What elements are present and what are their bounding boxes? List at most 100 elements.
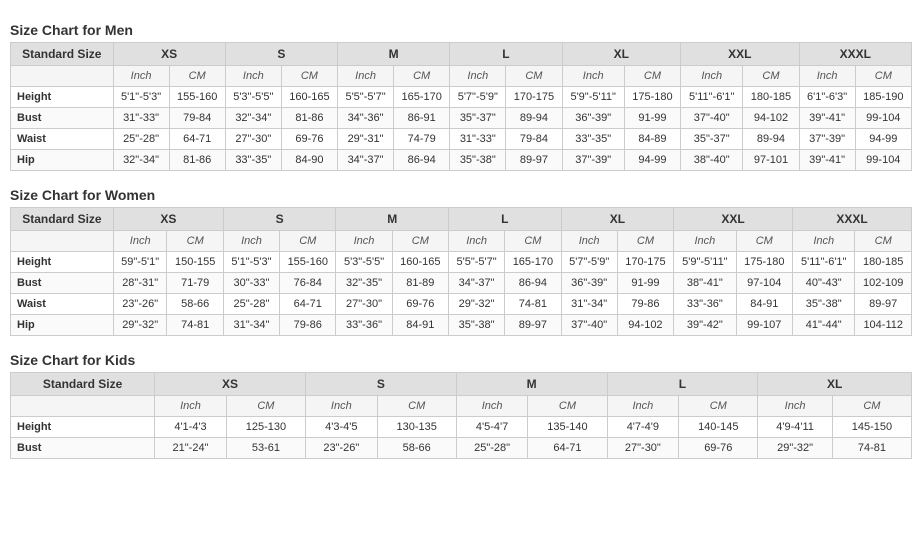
table-row: Waist23"-26"58-6625"-28"64-7127"-30"69-7… <box>11 294 912 315</box>
kids-xl-inch: Inch <box>758 396 833 417</box>
table-cell: 37"-40" <box>681 108 743 129</box>
table-cell: 102-109 <box>855 273 912 294</box>
men-xxl-inch: Inch <box>681 66 743 87</box>
table-cell: 76-84 <box>280 273 336 294</box>
table-cell: 86-91 <box>394 108 450 129</box>
kids-subheader-empty <box>11 396 155 417</box>
table-cell: 84-91 <box>392 315 448 336</box>
table-row: Hip29"-32"74-8131"-34"79-8633"-36"84-913… <box>11 315 912 336</box>
table-cell: 160-165 <box>392 252 448 273</box>
kids-l-cm: CM <box>679 396 758 417</box>
men-xs-header: XS <box>113 43 225 66</box>
kids-xs-cm: CM <box>226 396 305 417</box>
women-xxxl-cm: CM <box>855 231 912 252</box>
kids-s-cm: CM <box>377 396 456 417</box>
table-cell: 27"-30" <box>336 294 392 315</box>
table-cell: 99-107 <box>736 315 792 336</box>
table-cell: 39"-41" <box>799 150 855 171</box>
table-cell: 69-76 <box>679 438 758 459</box>
table-cell: 99-104 <box>855 108 911 129</box>
table-cell: 31"-33" <box>450 129 506 150</box>
kids-xl-header: XL <box>758 373 912 396</box>
men-label-header: Standard Size <box>11 43 114 66</box>
women-xs-header: XS <box>113 208 223 231</box>
table-cell: 175-180 <box>736 252 792 273</box>
table-cell: 39"-42" <box>674 315 736 336</box>
table-cell: 23"-26" <box>305 438 377 459</box>
men-m-inch: Inch <box>338 66 394 87</box>
table-cell: 165-170 <box>394 87 450 108</box>
men-xxl-header: XXL <box>681 43 800 66</box>
table-cell: 30"-33" <box>223 273 279 294</box>
women-xl-cm: CM <box>617 231 673 252</box>
table-cell: 28"-31" <box>113 273 167 294</box>
table-cell: 64-71 <box>280 294 336 315</box>
women-tbody: Height59"-5'1"150-1555'1"-5'3"155-1605'3… <box>11 252 912 336</box>
table-cell: 94-102 <box>617 315 673 336</box>
kids-xl-cm: CM <box>832 396 911 417</box>
table-cell: 180-185 <box>855 252 912 273</box>
table-cell: 69-76 <box>392 294 448 315</box>
table-cell: 32"-34" <box>225 108 281 129</box>
men-l-cm: CM <box>506 66 562 87</box>
table-cell: 34"-37" <box>338 150 394 171</box>
kids-l-inch: Inch <box>607 396 679 417</box>
kids-xs-inch: Inch <box>155 396 227 417</box>
kids-table: Standard Size XS S M L XL Inch CM Inch C… <box>10 372 912 459</box>
men-table: Standard Size XS S M L XL XXL XXXL Inch … <box>10 42 912 171</box>
table-cell: 125-130 <box>226 417 305 438</box>
table-cell: 89-94 <box>743 129 799 150</box>
women-m-inch: Inch <box>336 231 392 252</box>
kids-subheader-row: Inch CM Inch CM Inch CM Inch CM Inch CM <box>11 396 912 417</box>
table-cell: 74-81 <box>167 315 223 336</box>
table-cell: 37"-39" <box>799 129 855 150</box>
table-cell: 58-66 <box>167 294 223 315</box>
table-cell: 31"-34" <box>561 294 617 315</box>
table-cell: 34"-36" <box>338 108 394 129</box>
table-cell: 170-175 <box>617 252 673 273</box>
row-label: Height <box>11 87 114 108</box>
table-cell: 5'3"-5'5" <box>336 252 392 273</box>
table-cell: 21"-24" <box>155 438 227 459</box>
table-cell: 35"-38" <box>793 294 855 315</box>
table-cell: 5'9"-5'11" <box>674 252 736 273</box>
table-row: Bust28"-31"71-7930"-33"76-8432"-35"81-89… <box>11 273 912 294</box>
table-cell: 27"-30" <box>225 129 281 150</box>
table-cell: 69-76 <box>281 129 337 150</box>
table-row: Hip32"-34"81-8633"-35"84-9034"-37"86-943… <box>11 150 912 171</box>
women-xs-cm: CM <box>167 231 223 252</box>
kids-s-inch: Inch <box>305 396 377 417</box>
kids-s-header: S <box>305 373 456 396</box>
table-cell: 35"-37" <box>450 108 506 129</box>
table-cell: 33"-35" <box>225 150 281 171</box>
women-xxl-inch: Inch <box>674 231 736 252</box>
men-xxxl-cm: CM <box>855 66 911 87</box>
table-cell: 94-102 <box>743 108 799 129</box>
kids-tbody: Height4'1-4'3125-1304'3-4'5130-1354'5-4'… <box>11 417 912 459</box>
women-subheader-empty <box>11 231 114 252</box>
row-label: Hip <box>11 315 114 336</box>
table-cell: 185-190 <box>855 87 911 108</box>
table-cell: 104-112 <box>855 315 912 336</box>
table-cell: 71-79 <box>167 273 223 294</box>
table-cell: 5'11"-6'1" <box>681 87 743 108</box>
table-cell: 37"-39" <box>562 150 624 171</box>
men-l-inch: Inch <box>450 66 506 87</box>
men-xxxl-header: XXXL <box>799 43 911 66</box>
women-table: Standard Size XS S M L XL XXL XXXL Inch … <box>10 207 912 336</box>
kids-l-header: L <box>607 373 758 396</box>
table-cell: 74-81 <box>832 438 911 459</box>
men-xxl-cm: CM <box>743 66 799 87</box>
men-header-row: Standard Size XS S M L XL XXL XXXL <box>11 43 912 66</box>
table-cell: 29"-32" <box>113 315 167 336</box>
row-label: Height <box>11 252 114 273</box>
men-xl-header: XL <box>562 43 681 66</box>
table-cell: 86-94 <box>394 150 450 171</box>
table-row: Height59"-5'1"150-1555'1"-5'3"155-1605'3… <box>11 252 912 273</box>
men-subheader-empty <box>11 66 114 87</box>
kids-header-row: Standard Size XS S M L XL <box>11 373 912 396</box>
kids-title: Size Chart for Kids <box>10 352 912 368</box>
kids-m-inch: Inch <box>456 396 528 417</box>
men-s-header: S <box>225 43 337 66</box>
kids-m-cm: CM <box>528 396 607 417</box>
